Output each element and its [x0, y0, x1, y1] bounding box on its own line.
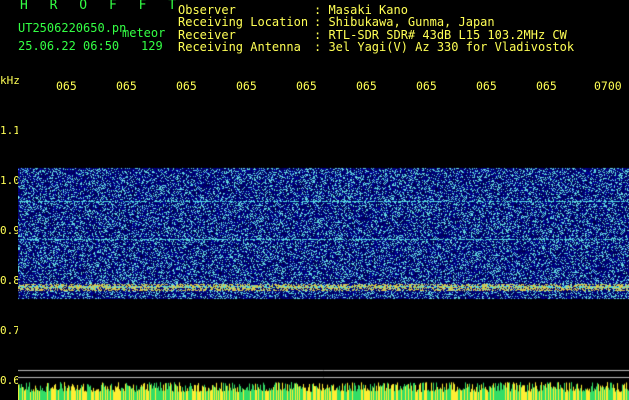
x-tick-label: 065 — [416, 79, 437, 93]
info-value: : 3el Yagi(V) Az 330 for Vladivostok — [314, 39, 575, 54]
datetime-label: 25.06.22 06:50 — [18, 39, 120, 53]
info-row-antenna: Receiving Antenna : 3el Yagi(V) Az 330 f… — [178, 39, 575, 54]
meteor-label: meteor — [122, 26, 166, 40]
filename-label: UT2506220650.pn — [18, 21, 127, 35]
x-tick-label: 065 — [236, 79, 257, 93]
x-tick-label: 0700 — [594, 79, 622, 93]
y-tick-label: 0.7 — [0, 324, 20, 337]
y-tick-label: 0.6 — [0, 374, 20, 387]
x-tick-label: 065 — [536, 79, 557, 93]
info-value: : Shibukawa, Gunma, Japan — [314, 15, 495, 30]
x-tick-label: 065 — [296, 79, 317, 93]
info-row-location: Receiving Location : Shibukawa, Gunma, J… — [178, 15, 574, 30]
count-label: 129 — [141, 39, 163, 53]
info-label: Receiving Antenna — [178, 39, 301, 54]
x-tick-label: 065 — [56, 79, 77, 93]
x-tick-label: 065 — [476, 79, 497, 93]
x-tick-label: 065 — [176, 79, 197, 93]
station-title: H R O F F T — [20, 0, 184, 13]
info-label: Receiving Location — [178, 15, 309, 30]
axis-unit-label: kHz — [0, 74, 20, 87]
y-tick-label: 0.8 — [0, 274, 20, 287]
x-tick-label: 065 — [116, 79, 137, 93]
y-tick-label: 0.9 — [0, 224, 20, 237]
y-tick-label: 1.1 — [0, 124, 20, 137]
y-tick-label: 1.0 — [0, 174, 20, 187]
info-panel: Observer : Masaki Kano Receiving Locatio… — [178, 4, 574, 53]
x-tick-label: 065 — [356, 79, 377, 93]
spectrogram-canvas — [18, 100, 629, 400]
